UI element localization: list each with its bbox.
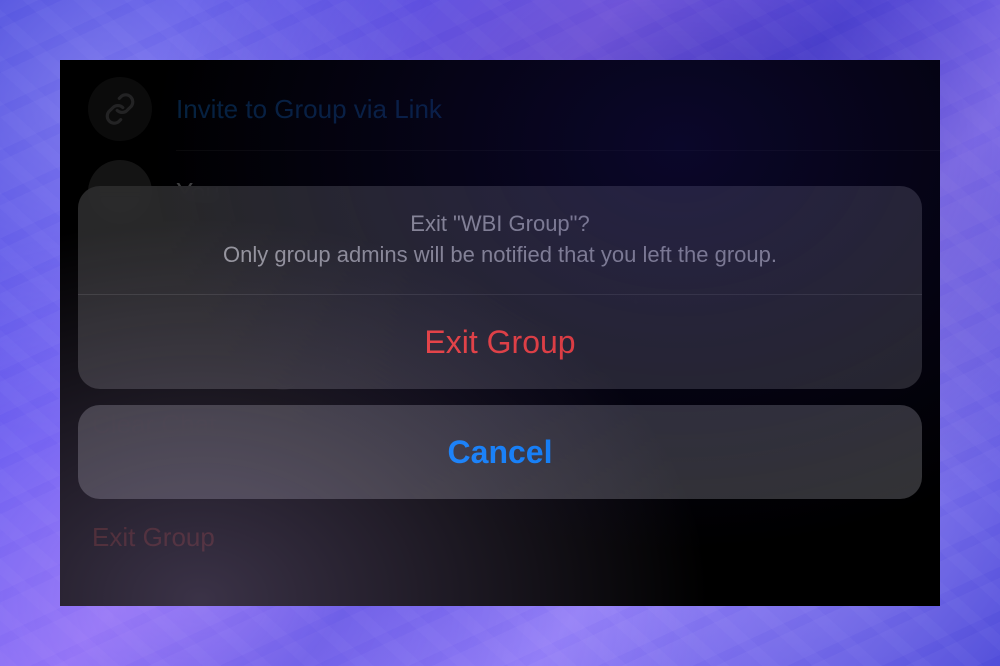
action-sheet-header: Exit "WBI Group"? Only group admins will… bbox=[78, 186, 922, 294]
action-sheet: Exit "WBI Group"? Only group admins will… bbox=[78, 186, 922, 499]
action-sheet-message: Only group admins will be notified that … bbox=[108, 239, 892, 270]
action-sheet-title: Exit "WBI Group"? bbox=[108, 208, 892, 239]
wallpaper-backdrop: Invite to Group via Link You Clear Chat … bbox=[0, 0, 1000, 666]
cancel-button[interactable]: Cancel bbox=[78, 405, 922, 499]
action-sheet-group: Exit "WBI Group"? Only group admins will… bbox=[78, 186, 922, 389]
exit-group-button-label: Exit Group bbox=[424, 324, 575, 361]
screenshot-frame: Invite to Group via Link You Clear Chat … bbox=[60, 60, 940, 606]
cancel-button-label: Cancel bbox=[448, 434, 553, 471]
exit-group-button[interactable]: Exit Group bbox=[78, 295, 922, 389]
